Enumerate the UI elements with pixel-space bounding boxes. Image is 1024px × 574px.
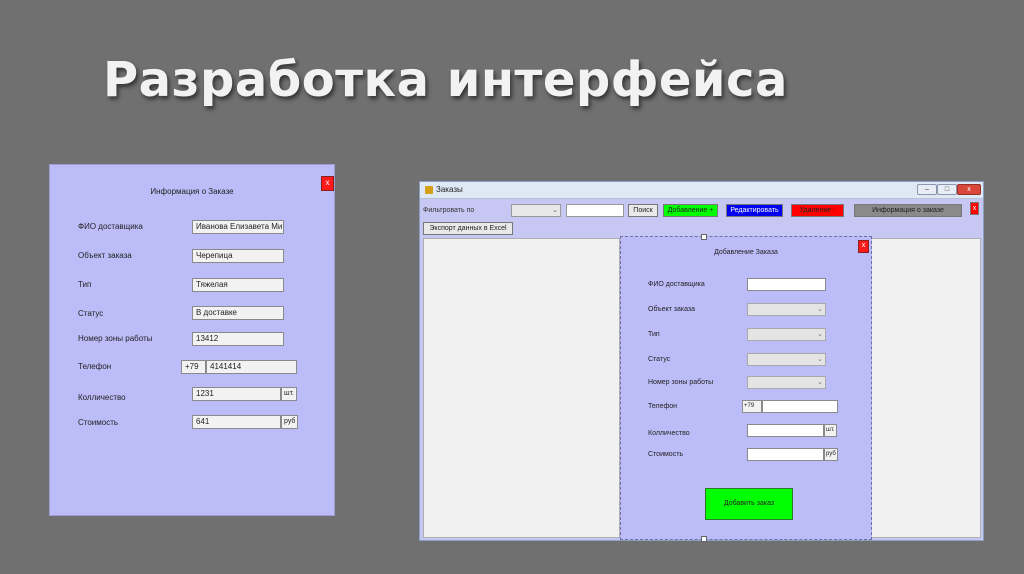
- phone-field[interactable]: 4141414: [206, 360, 297, 374]
- zone-field[interactable]: 13412: [192, 332, 284, 346]
- object-label: Объект заказа: [78, 251, 132, 260]
- form-title: Информация о Заказе: [150, 187, 234, 196]
- status-field[interactable]: В доставке: [192, 306, 284, 320]
- toolbar-close-button[interactable]: x: [970, 202, 979, 215]
- zone-label: Номер зоны работы: [648, 379, 714, 386]
- delete-button[interactable]: Удаление -: [791, 204, 844, 217]
- search-input[interactable]: [566, 204, 624, 217]
- cost-label: Стоимость: [78, 418, 119, 427]
- type-label: Тип: [78, 280, 92, 289]
- cost-unit: руб: [281, 415, 299, 429]
- status-label: Статус: [648, 356, 671, 363]
- edit-button[interactable]: Редактировать: [726, 204, 783, 217]
- type-label: Тип: [648, 331, 660, 338]
- add-order-form: x Добавление Заказа ФИО доставщика Объек…: [620, 234, 872, 542]
- fio-label: ФИО доставщика: [648, 281, 705, 288]
- type-field[interactable]: Тяжелая: [192, 278, 284, 292]
- export-excel-button[interactable]: Экспорт данных в Excel: [423, 222, 513, 235]
- qty-field[interactable]: 1231: [192, 387, 281, 401]
- chevron-down-icon: ⌄: [817, 331, 823, 338]
- resize-handle[interactable]: [701, 234, 707, 240]
- filter-combo[interactable]: ⌄: [511, 204, 561, 217]
- orders-grid[interactable]: [423, 238, 620, 538]
- object-combo[interactable]: ⌄: [747, 303, 826, 316]
- filter-label: Фильтровать по: [423, 207, 475, 214]
- cost-field[interactable]: [747, 448, 824, 461]
- fio-label: ФИО доставщика: [78, 222, 143, 231]
- qty-unit: шт.: [281, 387, 297, 401]
- qty-label: Колличество: [648, 430, 690, 437]
- phone-prefix: +79: [742, 400, 762, 413]
- phone-field[interactable]: [762, 400, 838, 413]
- chevron-down-icon: ⌄: [817, 356, 823, 363]
- maximize-button[interactable]: □: [937, 184, 957, 195]
- window-titlebar[interactable]: Заказы – □ x: [420, 182, 983, 199]
- resize-handle[interactable]: [701, 536, 707, 542]
- status-combo[interactable]: ⌄: [747, 353, 826, 366]
- slide-title: Разработка интерфейса: [103, 52, 788, 108]
- submit-order-button[interactable]: Добавить заказ: [705, 488, 793, 520]
- search-button[interactable]: Поиск: [628, 204, 658, 217]
- phone-prefix: +79: [181, 360, 206, 374]
- chevron-down-icon: ⌄: [552, 207, 558, 214]
- qty-field[interactable]: [747, 424, 824, 437]
- order-info-form: x Информация о Заказе ФИО доставщика Ива…: [49, 164, 335, 516]
- zone-label: Номер зоны работы: [78, 334, 153, 343]
- cost-label: Стоимость: [648, 451, 684, 458]
- cost-unit: руб: [824, 448, 838, 461]
- object-label: Объект заказа: [648, 306, 696, 313]
- minimize-button[interactable]: –: [917, 184, 937, 195]
- status-label: Статус: [78, 309, 104, 318]
- type-combo[interactable]: ⌄: [747, 328, 826, 341]
- window-title: Заказы: [436, 185, 463, 194]
- orders-grid-right[interactable]: [871, 238, 981, 538]
- qty-unit: шт.: [824, 424, 837, 437]
- cost-field[interactable]: 641: [192, 415, 281, 429]
- app-icon: [425, 186, 433, 194]
- qty-label: Колличество: [78, 393, 126, 402]
- phone-label: Телефон: [648, 403, 678, 410]
- orders-window: Заказы – □ x Фильтровать по ⌄ Поиск Доба…: [419, 181, 984, 542]
- object-field[interactable]: Черепица: [192, 249, 284, 263]
- phone-label: Телефон: [78, 362, 112, 371]
- zone-combo[interactable]: ⌄: [747, 376, 826, 389]
- form-title: Добавление Заказа: [714, 249, 778, 256]
- fio-field[interactable]: [747, 278, 826, 291]
- add-button[interactable]: Добавление +: [663, 204, 718, 217]
- order-info-button[interactable]: Информация о заказе: [854, 204, 962, 217]
- window-close-button[interactable]: x: [957, 184, 981, 195]
- fio-field[interactable]: Иванова Елизавета Ми: [192, 220, 284, 234]
- chevron-down-icon: ⌄: [817, 379, 823, 386]
- chevron-down-icon: ⌄: [817, 306, 823, 313]
